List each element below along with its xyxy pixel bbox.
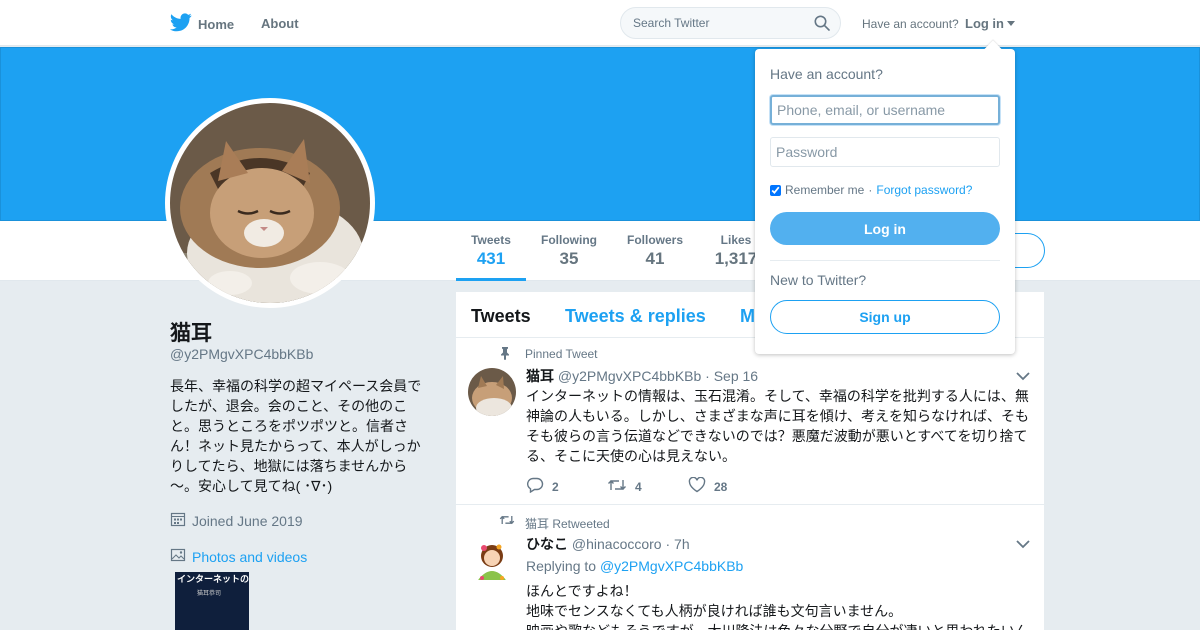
retweet-icon bbox=[607, 478, 627, 495]
stat-label: Following bbox=[541, 233, 597, 247]
like-count: 28 bbox=[714, 479, 728, 494]
divider bbox=[770, 260, 1000, 261]
photos-label: Photos and videos bbox=[192, 548, 308, 565]
remember-row: Remember me · Forgot password? bbox=[770, 183, 972, 197]
search-input[interactable] bbox=[633, 16, 813, 30]
nav-about-link[interactable]: About bbox=[261, 16, 299, 31]
tweet-author-name[interactable]: ひなこ bbox=[526, 536, 568, 552]
profile-bio: 長年、幸福の科学の超マイペース会員でしたが、退会。会のこと、その他のこと。思うと… bbox=[170, 378, 422, 494]
profile-joined: Joined June 2019 bbox=[170, 511, 303, 530]
media-thumbnail[interactable]: インターネットの情報は 猫耳恭司 bbox=[175, 572, 249, 630]
thumbnail-title: インターネットの情報は bbox=[177, 574, 249, 584]
separator: · bbox=[868, 183, 873, 197]
stat-tweets[interactable]: Tweets 431 bbox=[456, 233, 526, 281]
dropdown-question: Have an account? bbox=[770, 66, 883, 82]
login-dropdown-toggle[interactable]: Log in bbox=[965, 16, 1015, 31]
chevron-down-icon[interactable] bbox=[1016, 368, 1030, 386]
tweet-item[interactable]: 猫耳 Retweeted ひなこ @hinacoccoro · 7h Reply… bbox=[456, 505, 1044, 630]
tweet-text: インターネットの情報は、玉石混淆。そして、幸福の科学を批判する人には、無神論の人… bbox=[526, 388, 1030, 464]
tweet-header: 猫耳 @y2PMgvXPC4bbKBb · Sep 16 bbox=[526, 366, 758, 386]
replying-handle[interactable]: @y2PMgvXPC4bbKBb bbox=[600, 558, 743, 574]
stat-label: Followers bbox=[626, 233, 683, 247]
stat-following[interactable]: Following 35 bbox=[538, 233, 600, 269]
search-icon[interactable] bbox=[814, 15, 830, 36]
tweet-text: ほんとですよね！ 地味でセンスなくても人柄が良ければ誰も文句言いません。 映画や… bbox=[526, 581, 1032, 630]
photos-and-videos-link[interactable]: Photos and videos bbox=[170, 547, 307, 566]
tweet-header: ひなこ @hinacoccoro · 7h bbox=[526, 534, 690, 554]
reply-icon bbox=[526, 477, 544, 496]
joined-text: Joined June 2019 bbox=[192, 512, 303, 529]
tab-tweets-and-replies[interactable]: Tweets & replies bbox=[565, 306, 706, 327]
context-text: 猫耳 Retweeted bbox=[525, 517, 610, 531]
context-text: Pinned Tweet bbox=[525, 347, 598, 361]
tab-media[interactable]: M bbox=[740, 306, 755, 327]
reply-count: 2 bbox=[552, 479, 559, 494]
tweet-item[interactable]: Pinned Tweet 猫耳 @y2PMgvXPC4bbKBb · Sep 1… bbox=[456, 338, 1044, 505]
stat-followers[interactable]: Followers 41 bbox=[624, 233, 686, 269]
retweet-icon bbox=[499, 514, 515, 529]
stat-value: 431 bbox=[476, 249, 506, 268]
replying-to: Replying to @y2PMgvXPC4bbKBb bbox=[526, 556, 1032, 576]
stat-value: 35 bbox=[559, 249, 579, 268]
twitter-bird-icon bbox=[169, 13, 192, 35]
chevron-down-icon[interactable] bbox=[1016, 536, 1030, 554]
retweet-button[interactable]: 4 bbox=[607, 477, 688, 496]
profile-handle[interactable]: @y2PMgvXPC4bbKBb bbox=[170, 346, 313, 362]
stat-label: Tweets bbox=[471, 233, 511, 247]
login-toggle-label: Log in bbox=[965, 16, 1004, 31]
avatar[interactable] bbox=[468, 368, 516, 416]
tweet-line: ほんとですよね！ bbox=[526, 583, 638, 599]
tweet-author-handle[interactable]: @hinacoccoro bbox=[572, 536, 662, 552]
login-dropdown: Have an account? Remember me · Forgot pa… bbox=[755, 40, 1015, 354]
tweet-context: 猫耳 Retweeted bbox=[499, 515, 610, 532]
thumbnail-author: 猫耳恭司 bbox=[197, 591, 222, 597]
reply-button[interactable]: 2 bbox=[526, 477, 607, 496]
profile-avatar[interactable] bbox=[165, 98, 375, 308]
tweet-actions: 2 4 28 bbox=[526, 476, 769, 496]
have-account-text: Have an account? bbox=[862, 17, 959, 31]
remember-me-checkbox[interactable] bbox=[770, 184, 781, 196]
login-button[interactable]: Log in bbox=[770, 212, 1000, 245]
username-field[interactable] bbox=[770, 95, 1000, 125]
avatar[interactable] bbox=[468, 536, 516, 584]
tweet-line: 地味でセンスなくても人柄が良ければ誰も文句言いません。 bbox=[526, 603, 903, 619]
stat-value: 41 bbox=[645, 249, 665, 268]
retweet-count: 4 bbox=[635, 479, 642, 494]
tweet-line: 映画や歌などもそうですが、大川隆法は色々な分野で自分が凄いと思われたいん bbox=[526, 621, 1032, 630]
caret-down-icon bbox=[1007, 21, 1015, 26]
like-icon bbox=[688, 476, 706, 496]
tab-tweets[interactable]: Tweets bbox=[471, 306, 531, 327]
remember-me-label[interactable]: Remember me bbox=[785, 183, 864, 197]
pin-icon bbox=[499, 346, 511, 363]
calendar-icon bbox=[170, 511, 186, 530]
profile-name: 猫耳 bbox=[170, 322, 212, 345]
replying-prefix: Replying to bbox=[526, 558, 597, 574]
like-button[interactable]: 28 bbox=[688, 476, 769, 496]
new-to-twitter-text: New to Twitter? bbox=[770, 272, 867, 288]
cat-photo bbox=[170, 103, 370, 303]
tweet-time[interactable]: · Sep 16 bbox=[705, 368, 758, 384]
photo-icon bbox=[170, 547, 186, 566]
signup-button[interactable]: Sign up bbox=[770, 300, 1000, 334]
nav-home-link[interactable]: Home bbox=[169, 13, 235, 35]
tweet-author-name[interactable]: 猫耳 bbox=[526, 368, 554, 384]
tweet-time[interactable]: · 7h bbox=[665, 536, 689, 552]
forgot-password-link[interactable]: Forgot password? bbox=[876, 183, 972, 197]
top-navigation-bar: Home About Have an account? Log in bbox=[0, 0, 1200, 46]
password-field[interactable] bbox=[770, 137, 1000, 167]
tweet-context: Pinned Tweet bbox=[501, 347, 598, 361]
tweet-author-handle[interactable]: @y2PMgvXPC4bbKBb bbox=[558, 368, 701, 384]
search-box bbox=[620, 7, 841, 39]
nav-home-label: Home bbox=[198, 16, 235, 32]
